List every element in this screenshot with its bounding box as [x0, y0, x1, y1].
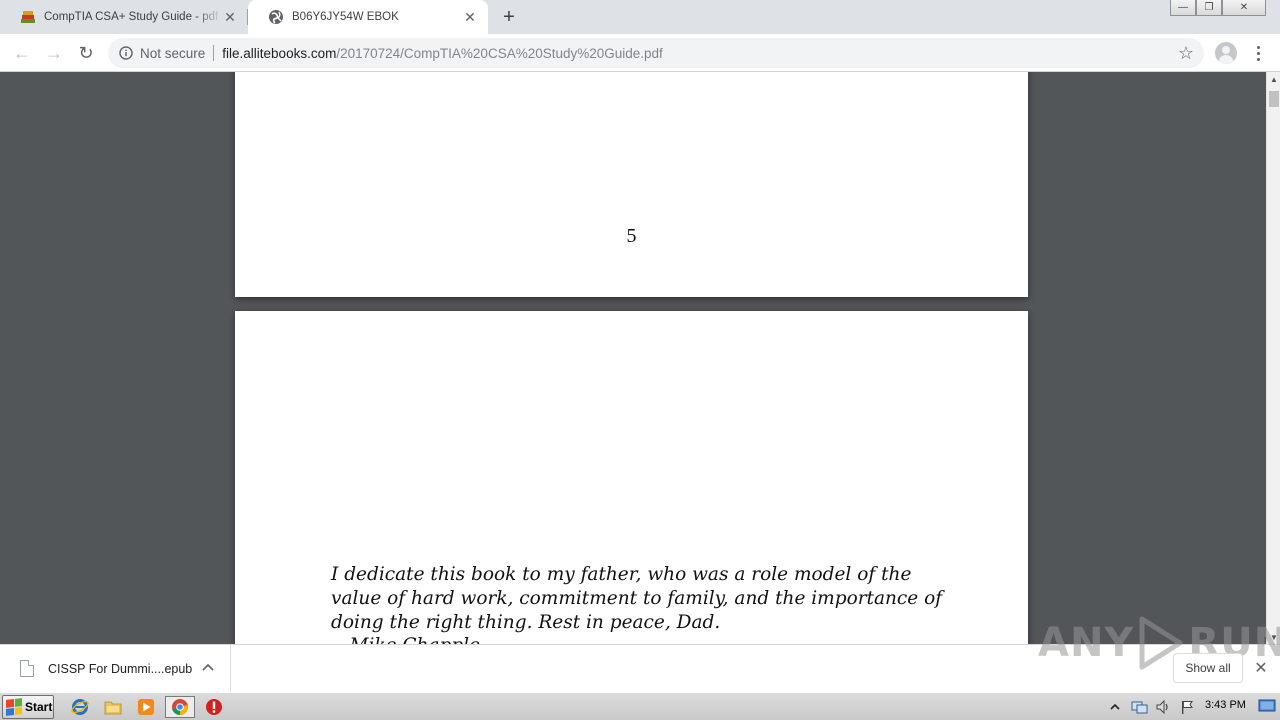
pdf-viewer[interactable]: 5 I dedicate this book to my father, who… [0, 72, 1266, 644]
file-explorer-icon[interactable] [102, 696, 124, 718]
system-tray [1106, 695, 1196, 719]
tab-title: CompTIA CSA+ Study Guide - pdf - F [44, 11, 222, 23]
windows-taskbar: Start 3:43 PM [0, 692, 1280, 720]
download-filename: CISSP For Dummi....epub [48, 661, 193, 676]
book-stack-icon [20, 9, 36, 25]
url-text[interactable]: file.allitebooks.com/20170724/CompTIA%20… [222, 46, 663, 61]
file-icon [20, 660, 34, 677]
dedication-line: doing the right thing. Rest in peace, Da… [331, 612, 721, 633]
profile-avatar-icon[interactable] [1215, 42, 1237, 64]
start-label: Start [25, 700, 53, 714]
anyrun-watermark: ANY RUN [1038, 613, 1280, 673]
bookmark-star-icon[interactable]: ☆ [1178, 44, 1194, 62]
scrollbar-thumb[interactable] [1269, 91, 1279, 107]
security-status[interactable]: Not secure [140, 46, 205, 61]
omnibox-divider [213, 45, 215, 61]
page-number: 5 [626, 225, 637, 247]
menu-dot [1256, 45, 1260, 49]
tab-comptia-study-guide[interactable]: CompTIA CSA+ Study Guide - pdf - F ✕ [0, 0, 248, 34]
back-button[interactable]: ← [10, 41, 34, 65]
globe-icon [268, 9, 284, 25]
tab-strip: CompTIA CSA+ Study Guide - pdf - F ✕ B06… [0, 0, 1280, 34]
dedication-signature: —Mike Chapple [331, 635, 480, 644]
window-controls: — ❐ ✕ [1170, 0, 1266, 16]
windows-flag-icon [6, 698, 22, 716]
close-shelf-icon[interactable]: ✕ [1252, 659, 1270, 677]
flag-pane [6, 707, 14, 716]
restore-button[interactable]: ❐ [1196, 0, 1222, 16]
network-icon[interactable] [1130, 698, 1148, 716]
dedication-text: I dedicate this book to my father, who w… [331, 563, 951, 635]
browser-menu-icon[interactable] [1250, 42, 1266, 64]
media-player-icon[interactable] [135, 696, 157, 718]
avatar-head [1222, 46, 1230, 54]
forward-button[interactable]: → [42, 41, 66, 65]
show-desktop-icon[interactable] [1258, 697, 1276, 715]
stop-sign-icon[interactable] [203, 696, 225, 718]
scroll-up-arrow-icon[interactable]: ▲ [1267, 72, 1280, 86]
url-path: /20170724/CompTIA%20CSA%20Study%20Guide.… [336, 45, 663, 61]
browser-toolbar: ← → ↻ Not secure file.allitebooks.com/20… [0, 34, 1280, 72]
flag-pane [6, 699, 14, 708]
close-window-button[interactable]: ✕ [1222, 0, 1266, 16]
tab-ebook-active[interactable]: B06Y6JY54W EBOK ✕ [248, 0, 488, 34]
dedication-line: value of hard work, commitment to family… [331, 588, 943, 609]
download-item[interactable]: CISSP For Dummi....epub [0, 645, 231, 692]
info-icon[interactable] [118, 45, 134, 61]
chrome-icon[interactable] [165, 696, 195, 718]
vertical-scrollbar[interactable]: ▲ ▼ [1266, 72, 1280, 644]
avatar-shoulders [1219, 55, 1233, 64]
menu-dot [1256, 51, 1260, 55]
chevron-up-icon[interactable] [200, 659, 216, 675]
tab-title: B06Y6JY54W EBOK [292, 11, 399, 23]
show-all-downloads-button[interactable]: Show all [1173, 653, 1243, 683]
new-tab-button[interactable]: + [498, 6, 520, 28]
action-center-flag-icon[interactable] [1178, 698, 1196, 716]
flag-pane [14, 706, 22, 715]
tray-expand-icon[interactable] [1106, 698, 1124, 716]
volume-icon[interactable] [1154, 698, 1172, 716]
flag-pane [14, 698, 22, 707]
internet-explorer-icon[interactable] [69, 696, 91, 718]
tab-close-icon[interactable]: ✕ [462, 9, 478, 25]
dedication-line: I dedicate this book to my father, who w… [331, 564, 912, 585]
address-bar[interactable]: Not secure file.allitebooks.com/20170724… [108, 38, 1204, 68]
menu-dot [1256, 57, 1260, 61]
start-button[interactable]: Start [2, 695, 54, 719]
reload-button[interactable]: ↻ [74, 41, 98, 65]
watermark-text-left: ANY [1038, 620, 1135, 666]
minimize-button[interactable]: — [1170, 0, 1196, 16]
download-shelf: CISSP For Dummi....epub ANY RUN Show all… [0, 616, 1280, 692]
url-host: file.allitebooks.com [222, 45, 337, 61]
pdf-page: 5 [235, 72, 1028, 297]
tab-close-icon[interactable]: ✕ [222, 9, 238, 25]
pdf-page: I dedicate this book to my father, who w… [235, 311, 1028, 644]
taskbar-clock[interactable]: 3:43 PM [1205, 699, 1246, 711]
